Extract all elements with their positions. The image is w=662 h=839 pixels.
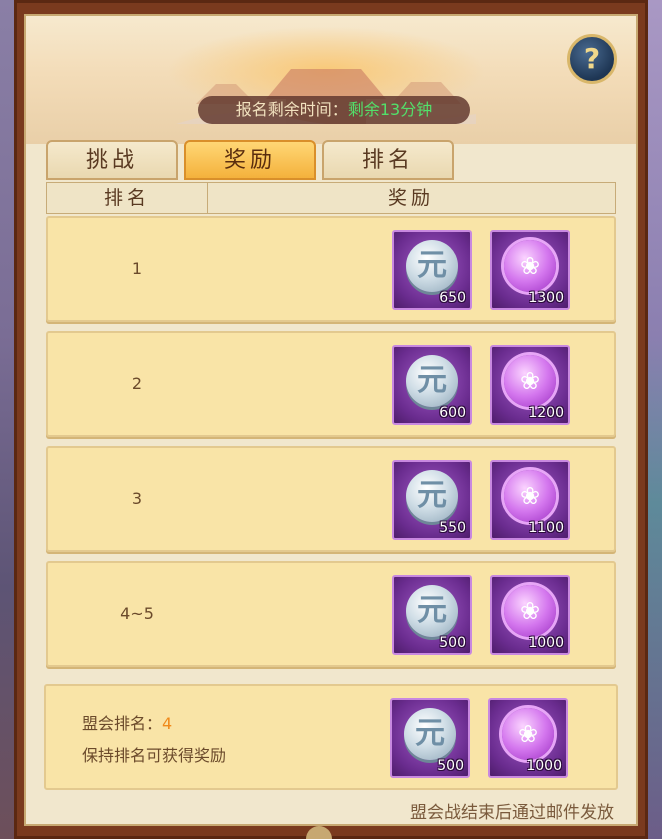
purple-token-icon: ❀ [502, 708, 554, 760]
banner-illustration: 报名剩余时间：剩余13分钟 [26, 16, 636, 144]
reward-item-silver[interactable]: 元 600 [392, 345, 472, 425]
silver-coin-icon: 元 [406, 355, 458, 407]
reward-row: 3 元 550 ❀ 1100 [46, 446, 616, 552]
timer-label: 报名剩余时间： [235, 100, 348, 119]
rank-label: 2 [131, 374, 143, 393]
reward-item-silver[interactable]: 元 500 [390, 698, 470, 778]
guild-rank-label: 盟会排名： [82, 714, 163, 733]
item-quantity: 1000 [526, 758, 562, 774]
timer-prefix: 剩余 [347, 100, 380, 119]
item-quantity: 600 [439, 405, 466, 421]
item-quantity: 500 [437, 758, 464, 774]
signup-timer: 报名剩余时间：剩余13分钟 [198, 96, 470, 124]
reward-item-purple[interactable]: ❀ 1000 [490, 575, 570, 655]
purple-token-icon: ❀ [504, 470, 556, 522]
tab-bar: 挑战 奖励 排名 [46, 140, 466, 180]
item-quantity: 650 [439, 290, 466, 306]
reward-row: 1 元 650 ❀ 1300 [46, 216, 616, 322]
guild-rank-line: 盟会排名：4 [82, 710, 172, 734]
silver-coin-icon: 元 [406, 470, 458, 522]
tab-ranking[interactable]: 排名 [322, 140, 454, 180]
rank-label: 4~5 [120, 604, 154, 623]
item-quantity: 1300 [528, 290, 564, 306]
timer-unit: 分钟 [400, 100, 433, 119]
item-quantity: 1000 [528, 635, 564, 651]
guild-rank-hint: 保持排名可获得奖励 [82, 746, 227, 765]
reward-row: 2 元 600 ❀ 1200 [46, 331, 616, 437]
help-button[interactable]: ? [567, 34, 617, 84]
reward-item-silver[interactable]: 元 500 [392, 575, 472, 655]
item-quantity: 550 [439, 520, 466, 536]
silver-coin-icon: 元 [406, 240, 458, 292]
header-rank: 排名 [47, 183, 208, 213]
tab-challenge[interactable]: 挑战 [46, 140, 178, 180]
rank-label: 1 [131, 259, 143, 278]
purple-token-icon: ❀ [504, 240, 556, 292]
purple-token-icon: ❀ [504, 355, 556, 407]
footer-note: 盟会战结束后通过邮件发放 [410, 803, 614, 823]
item-quantity: 1200 [528, 405, 564, 421]
silver-coin-icon: 元 [404, 708, 456, 760]
reward-item-purple[interactable]: ❀ 1000 [488, 698, 568, 778]
reward-item-silver[interactable]: 元 550 [392, 460, 472, 540]
reward-item-purple[interactable]: ❀ 1200 [490, 345, 570, 425]
header-reward: 奖励 [387, 187, 434, 209]
reward-item-purple[interactable]: ❀ 1300 [490, 230, 570, 310]
reward-item-silver[interactable]: 元 650 [392, 230, 472, 310]
silver-coin-icon: 元 [406, 585, 458, 637]
guild-rank-value: 4 [162, 714, 173, 733]
purple-token-icon: ❀ [504, 585, 556, 637]
item-quantity: 500 [439, 635, 466, 651]
reward-panel: 报名剩余时间：剩余13分钟 ? 挑战 奖励 排名 排名 奖励 1 元 650 ❀… [24, 14, 638, 826]
reward-item-purple[interactable]: ❀ 1100 [490, 460, 570, 540]
table-header: 排名 奖励 [46, 182, 616, 214]
tab-rewards[interactable]: 奖励 [184, 140, 316, 180]
rank-label: 3 [131, 489, 143, 508]
my-guild-rank-panel: 盟会排名：4 保持排名可获得奖励 元 500 ❀ 1000 [44, 684, 618, 790]
item-quantity: 1100 [528, 520, 564, 536]
reward-row: 4~5 元 500 ❀ 1000 [46, 561, 616, 667]
timer-value: 13 [379, 100, 401, 119]
